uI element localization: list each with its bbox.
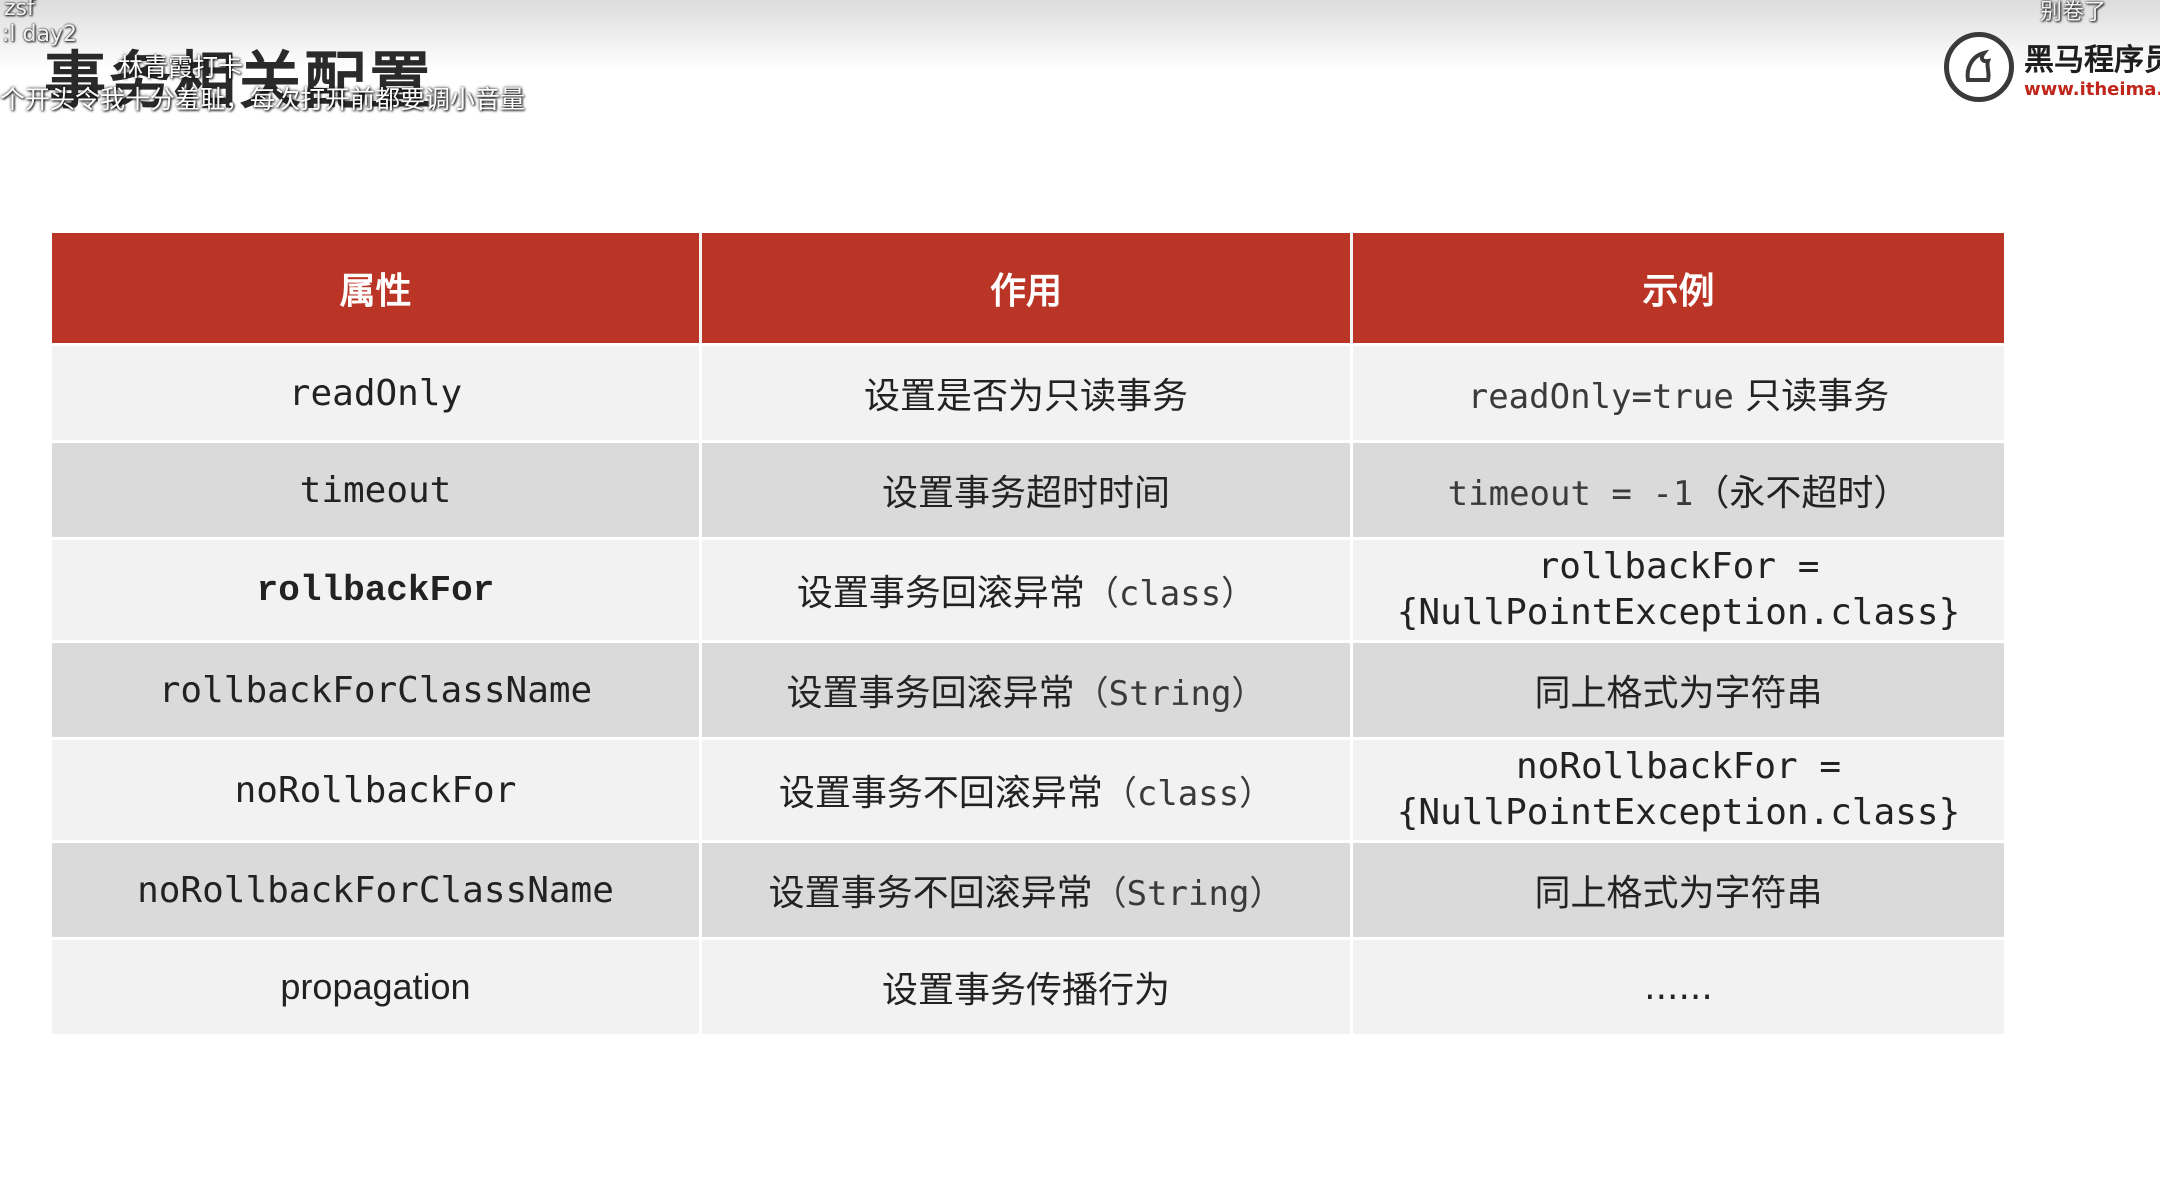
example-cell: 同上格式为字符串 <box>1353 640 2004 737</box>
example-line-1: rollbackFor = <box>1537 546 1820 587</box>
example-cell: ...... <box>1353 937 2004 1034</box>
effect-cell: 设置事务传播行为 <box>702 937 1353 1034</box>
attribute-cell: rollbackForClassName <box>52 640 702 737</box>
effect-cell: 设置事务不回滚异常（String） <box>702 840 1353 937</box>
table-row: noRollbackFor 设置事务不回滚异常（class） noRollbac… <box>52 737 2004 840</box>
effect-code: （class） <box>1084 574 1256 614</box>
effect-cell: 设置事务回滚异常（class） <box>702 537 1353 640</box>
table-row: rollbackForClassName 设置事务回滚异常（String） 同上… <box>52 640 2004 737</box>
attribute-cell-highlighted: rollbackFor <box>52 537 702 640</box>
effect-text: 设置事务回滚异常 <box>786 673 1075 714</box>
example-code: readOnly=true <box>1467 377 1734 417</box>
effect-cell: 设置事务不回滚异常（class） <box>702 737 1353 840</box>
example-text: （永不超时） <box>1693 473 1910 514</box>
example-cell: 同上格式为字符串 <box>1353 840 2004 937</box>
table-row: propagation 设置事务传播行为 ...... <box>52 937 2004 1034</box>
table-header-row: 属性 作用 示例 <box>52 233 2004 343</box>
example-cell: timeout = -1（永不超时） <box>1353 440 2004 537</box>
effect-code: （class） <box>1102 774 1274 814</box>
effect-cell: 设置事务超时时间 <box>702 440 1353 537</box>
example-cell: rollbackFor = {NullPointException.class} <box>1353 537 2004 640</box>
overlay-username: zsf <box>4 0 35 21</box>
effect-text: 设置事务不回滚异常 <box>778 773 1103 814</box>
column-header-example: 示例 <box>1353 233 2004 343</box>
effect-code: （String） <box>1074 674 1266 714</box>
example-line-1: noRollbackFor = <box>1515 746 1842 787</box>
example-text: 只读事务 <box>1733 376 1890 417</box>
attribute-cell: noRollbackFor <box>52 737 702 840</box>
example-cell: noRollbackFor = {NullPointException.clas… <box>1353 737 2004 840</box>
horse-logo-icon <box>1944 32 2014 102</box>
attribute-cell: timeout <box>52 440 702 537</box>
column-header-effect: 作用 <box>702 233 1353 343</box>
table-row: rollbackFor 设置事务回滚异常（class） rollbackFor … <box>52 537 2004 640</box>
example-line-2: {NullPointException.class} <box>1396 792 1961 833</box>
transaction-config-table: 属性 作用 示例 readOnly 设置是否为只读事务 readOnly=tru… <box>52 233 2004 1034</box>
effect-code: （String） <box>1092 874 1284 914</box>
attribute-cell: noRollbackForClassName <box>52 840 702 937</box>
effect-text: 设置事务回滚异常 <box>796 573 1085 614</box>
logo-url: www.itheima.com <box>2024 78 2160 100</box>
example-line-2: {NullPointException.class} <box>1396 592 1961 633</box>
column-header-attribute: 属性 <box>52 233 702 343</box>
overlay-commenter: 林青霞打卡 <box>118 53 244 82</box>
table-row: readOnly 设置是否为只读事务 readOnly=true 只读事务 <box>52 343 2004 440</box>
attribute-cell: readOnly <box>52 343 702 440</box>
table-row: timeout 设置事务超时时间 timeout = -1（永不超时） <box>52 440 2004 537</box>
table-row: noRollbackForClassName 设置事务不回滚异常（String）… <box>52 840 2004 937</box>
effect-cell: 设置是否为只读事务 <box>702 343 1353 440</box>
overlay-danmu-comment: 个开头令我十分羞耻，每次打开前都要调小音量 <box>0 85 526 114</box>
effect-text: 设置事务不回滚异常 <box>768 873 1093 914</box>
overlay-episode: :l day2 <box>2 22 77 47</box>
logo-name: 黑马程序员 <box>2024 42 2160 78</box>
attribute-cell: propagation <box>52 937 702 1034</box>
logo-text: 黑马程序员 www.itheima.com <box>2024 35 2160 100</box>
effect-cell: 设置事务回滚异常（String） <box>702 640 1353 737</box>
example-code: timeout = -1 <box>1447 474 1694 514</box>
brand-logo: 黑马程序员 www.itheima.com <box>1944 32 2160 102</box>
overlay-top-right-comment: 别卷了 <box>2040 0 2107 25</box>
example-cell: readOnly=true 只读事务 <box>1353 343 2004 440</box>
